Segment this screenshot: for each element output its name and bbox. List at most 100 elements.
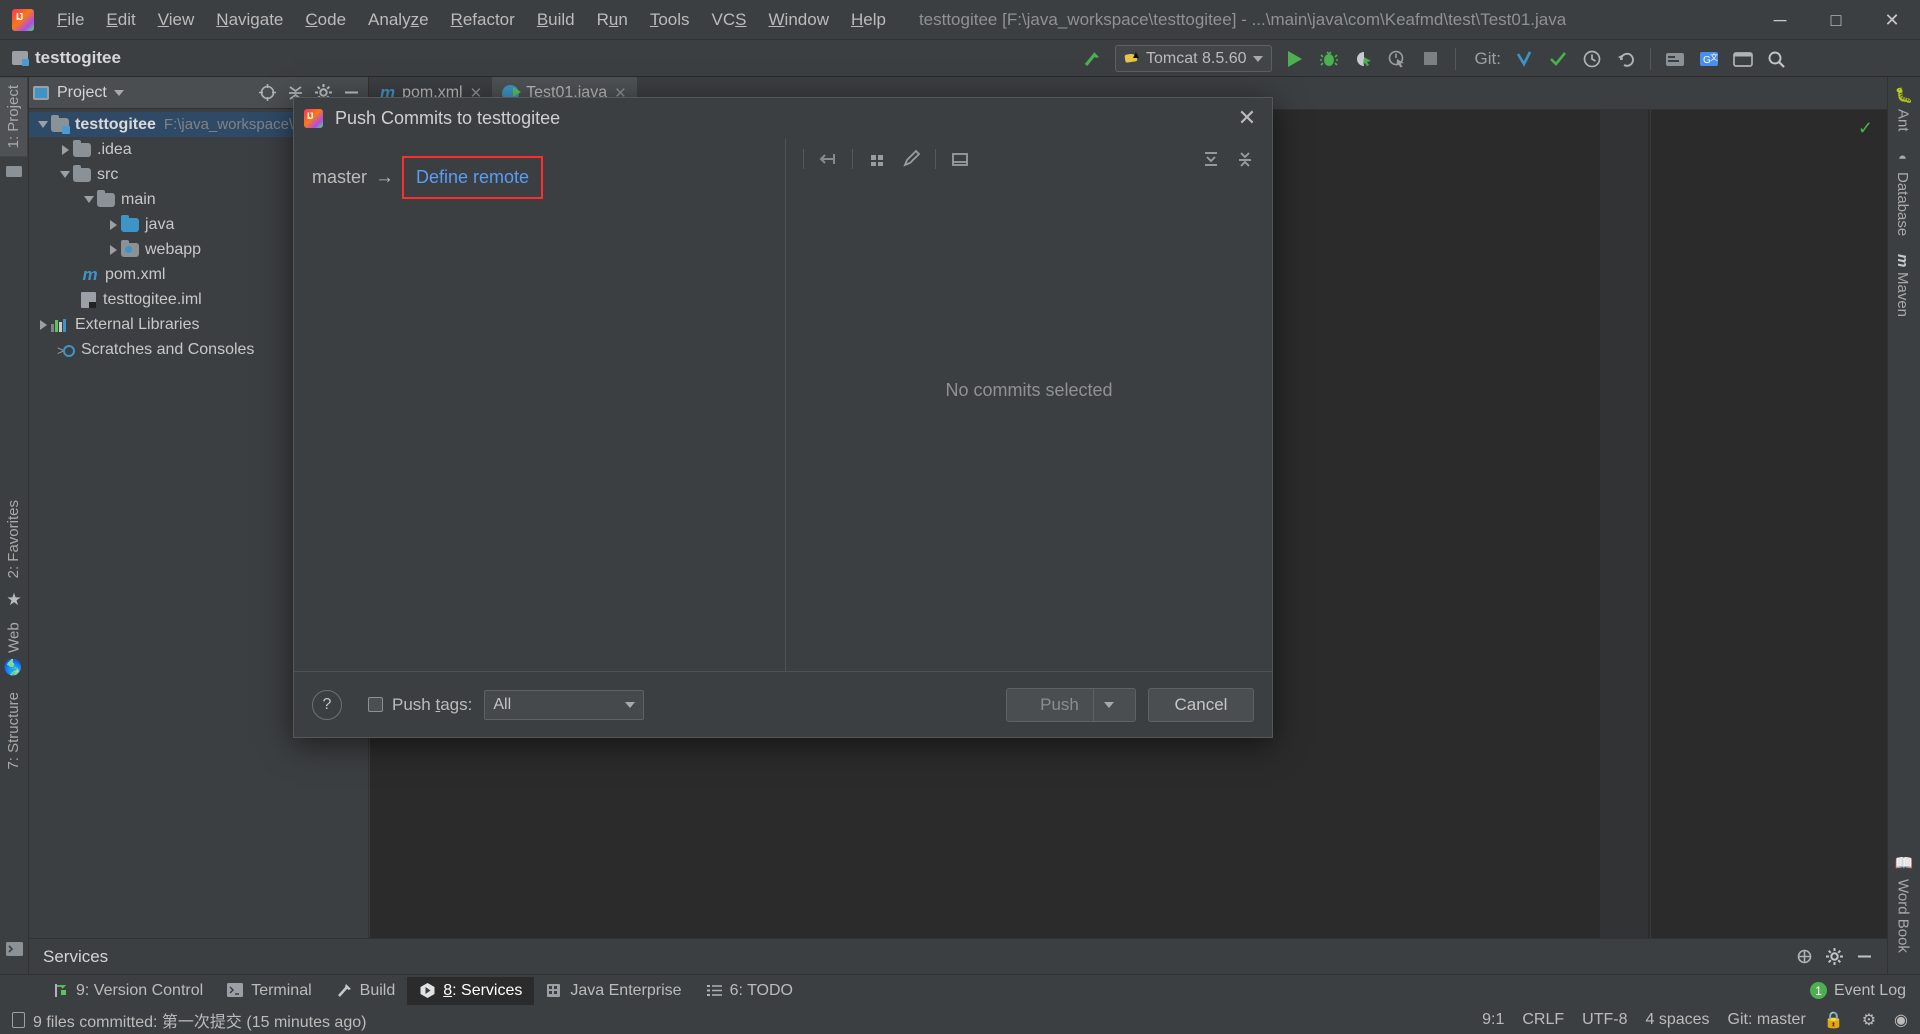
menu-run[interactable]: Run [586,6,639,34]
left-tool-stripe: 1: Project 2: Favorites ★ 🌎 Web 7: Struc… [0,77,29,974]
tree-label: main [121,190,156,208]
source-folder-icon [121,214,139,232]
stripe-button-project[interactable]: 1: Project [0,77,27,157]
maven-file-icon: m [82,264,98,284]
git-update-button[interactable] [1509,44,1539,74]
menu-help[interactable]: Help [840,6,897,34]
bottom-button-terminal[interactable]: Terminal [215,977,323,1005]
stripe-button-structure[interactable]: 7: Structure [0,684,27,778]
debug-button[interactable] [1314,44,1344,74]
terminal-stripe-icon[interactable] [0,935,30,968]
preview-pane-icon[interactable] [945,144,975,174]
git-history-button[interactable] [1577,44,1607,74]
project-view-chevron-icon[interactable] [113,89,124,96]
menu-view[interactable]: View [147,6,206,34]
push-split-arrow[interactable] [1092,688,1114,721]
services-settings-gear-button[interactable] [1821,944,1847,970]
chrome-icon[interactable]: ◉ [1894,1010,1908,1030]
build-hammer-icon[interactable] [1077,44,1107,74]
right-tool-stripe: 🐛 Ant ◓ Database m Maven 📖 Word Book [1887,77,1920,974]
dialog-close-button[interactable]: ✕ [1232,103,1262,133]
bottom-button-build[interactable]: Build [324,977,408,1005]
run-with-coverage-button[interactable] [1348,44,1378,74]
stripe-button-word-book[interactable]: 📖 Word Book [1888,847,1918,962]
project-panel-title: Project [57,83,107,101]
menu-file[interactable]: File [46,6,95,34]
sync-icon[interactable]: ⚙ [1862,1010,1876,1030]
tree-label: .idea [97,140,132,158]
toolbar-separator-2 [852,149,853,169]
stop-button[interactable] [1416,44,1446,74]
profile-button[interactable] [1382,44,1412,74]
push-branch-row[interactable]: master → Define remote [294,138,785,199]
expander-right-icon[interactable] [57,144,73,155]
stripe-web-label: Web [5,622,23,653]
status-message-group[interactable]: 9 files committed: 第一次提交 (15 minutes ago… [12,1008,366,1032]
scroll-from-source-button[interactable] [254,80,280,106]
expander-down-icon[interactable] [57,171,73,178]
menu-edit[interactable]: Edit [95,6,146,34]
menu-vcs[interactable]: VCS [701,6,758,34]
commit-doc-icon [12,1012,25,1028]
push-tags-checkbox[interactable] [368,697,383,712]
stripe-button-database[interactable]: ◓ Database [1888,141,1917,245]
menu-window[interactable]: Window [758,6,840,34]
intellij-idea-window: File Edit View Navigate Code Analyze Ref… [0,0,1920,1034]
bottom-button-todo[interactable]: 6: TODO [694,977,805,1005]
bottom-button-java-enterprise[interactable]: Java Enterprise [534,977,693,1005]
run-button[interactable] [1280,44,1310,74]
menu-refactor[interactable]: Refactor [440,6,526,34]
file-encoding[interactable]: UTF-8 [1582,1011,1627,1029]
expander-down-icon[interactable] [81,196,97,203]
indent-setting[interactable]: 4 spaces [1645,1011,1709,1029]
minimize-button[interactable]: ─ [1752,0,1808,40]
bottom-button-version-control[interactable]: 9: Version Control [40,977,215,1005]
services-add-button[interactable] [1791,944,1817,970]
cancel-button[interactable]: Cancel [1148,687,1254,722]
menu-tools[interactable]: Tools [639,6,701,34]
lock-icon[interactable]: 🔒 [1824,1010,1844,1030]
stripe-button-favorites[interactable]: 2: Favorites [0,492,27,586]
expander-down-icon[interactable] [35,121,51,128]
expander-right-icon[interactable] [105,244,121,255]
tomcat-deploy-icon[interactable] [1660,44,1690,74]
group-by-icon[interactable] [862,144,892,174]
caret-position[interactable]: 9:1 [1482,1011,1504,1029]
close-window-button[interactable]: ✕ [1864,0,1920,40]
menu-analyze[interactable]: Analyze [357,6,440,34]
stripe-button-ant[interactable]: 🐛 Ant [1888,77,1918,141]
menu-build[interactable]: Build [526,6,586,34]
dialog-footer: ? Push tags: All Push Cancel [294,671,1272,737]
git-commit-button[interactable] [1543,44,1573,74]
dialog-action-buttons: Push Cancel [1006,687,1254,722]
push-tags-group[interactable]: Push tags: [368,695,472,715]
menu-code[interactable]: Code [294,6,357,34]
menu-navigate[interactable]: Navigate [205,6,294,34]
run-configuration-selector[interactable]: Tomcat 8.5.60 [1115,45,1272,72]
expander-right-icon[interactable] [35,319,51,330]
help-button[interactable]: ? [312,689,342,720]
event-log-group[interactable]: 1 Event Log [1809,982,1906,1000]
collapse-all-icon[interactable] [1230,144,1260,174]
edit-source-icon[interactable] [896,144,926,174]
bottom-button-label: 9: Version Control [76,981,204,999]
push-tags-select[interactable]: All [484,689,645,720]
define-remote-link[interactable]: Define remote [402,156,544,199]
go-to-change-icon[interactable] [813,144,843,174]
line-separator[interactable]: CRLF [1522,1011,1564,1029]
stripe-button-structure-small[interactable] [0,156,29,191]
stripe-button-maven[interactable]: m Maven [1888,245,1917,326]
search-everywhere-icon[interactable] [1762,44,1792,74]
services-hide-button[interactable] [1851,944,1877,970]
translate-icon[interactable]: G文 [1694,44,1724,74]
push-button[interactable]: Push [1006,687,1136,722]
git-revert-button[interactable] [1611,44,1641,74]
git-branch-widget[interactable]: Git: master [1728,1011,1806,1029]
maximize-button[interactable]: □ [1808,0,1864,40]
stripe-button-web[interactable]: 🌎 Web [0,614,28,684]
project-breadcrumb[interactable]: testtogitee [12,48,121,68]
expand-all-icon[interactable] [1196,144,1226,174]
open-in-browser-icon[interactable] [1728,44,1758,74]
bottom-button-services[interactable]: 8: Services [407,976,535,1005]
expander-right-icon[interactable] [105,219,121,230]
